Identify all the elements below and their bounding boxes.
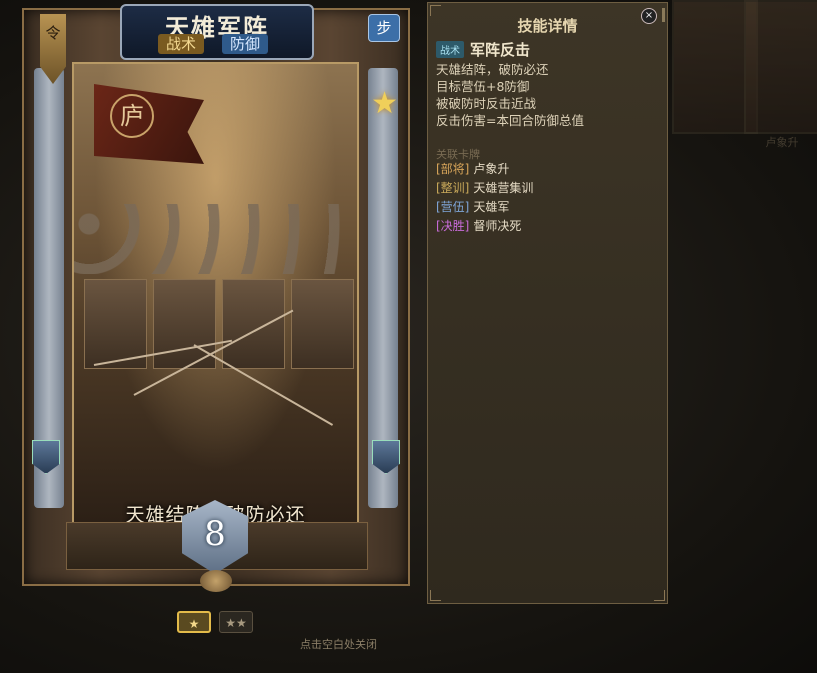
panel-corner-ornament bbox=[430, 590, 441, 601]
related-card-category: [部将] bbox=[436, 162, 470, 176]
skill-description: 天雄结阵，破防必还 目标营伍+8防御 被破防时反击近战 反击伤害=本回合防御总值 bbox=[436, 61, 584, 129]
shield-wall bbox=[84, 279, 354, 369]
panel-pin bbox=[662, 8, 665, 22]
related-card-name: 卢象升 bbox=[473, 162, 510, 176]
card-title: 天雄军阵 bbox=[165, 13, 269, 42]
desc-line: 目标营伍+8防御 bbox=[436, 79, 530, 94]
star-level-1-button[interactable]: ★ bbox=[177, 611, 211, 633]
panel-title: 技能详情 bbox=[517, 17, 578, 35]
related-card-category: [整训] bbox=[436, 181, 470, 195]
related-card-name: 天雄营集训 bbox=[473, 181, 534, 195]
skill-detail-panel: 技能详情 × 战术 军阵反击 天雄结阵，破防必还 目标营伍+8防御 被破防时反击… bbox=[427, 2, 668, 604]
rope-knot-ornament bbox=[200, 570, 232, 592]
skill-card[interactable]: 庐 天雄结阵，破防必还 天雄军阵 战术 防御 令 步 ★ 8 bbox=[22, 4, 410, 592]
cost-value: 8 bbox=[204, 514, 226, 554]
skill-header: 战术 军阵反击 bbox=[436, 39, 530, 60]
skill-type-tag: 战术 bbox=[436, 41, 464, 58]
tag-defense: 防御 bbox=[222, 34, 269, 54]
related-card-item[interactable]: [营伍] 天雄军 bbox=[436, 198, 533, 217]
soldier-formation bbox=[74, 204, 357, 274]
related-card-name: 督师决死 bbox=[473, 219, 522, 233]
background-card-caption: 卢象升 bbox=[765, 136, 799, 149]
related-card-item[interactable]: [部将] 卢象升 bbox=[436, 160, 533, 179]
order-pennant-label: 令 bbox=[45, 24, 61, 42]
desc-line: 反击伤害=本回合防御总值 bbox=[436, 113, 584, 128]
tag-tactic: 战术 bbox=[158, 34, 205, 54]
star-icon: ★ bbox=[371, 86, 398, 121]
star-level-2-button[interactable]: ★★ bbox=[219, 611, 253, 633]
desc-line: 天雄结阵，破防必还 bbox=[436, 62, 549, 77]
card-artwork: 庐 天雄结阵，破防必还 bbox=[72, 62, 359, 524]
banner-emblem: 庐 bbox=[110, 94, 154, 138]
related-card-name: 天雄军 bbox=[473, 200, 510, 214]
close-icon[interactable]: × bbox=[641, 8, 657, 24]
related-card-item[interactable]: [决胜] 督师决死 bbox=[436, 217, 533, 236]
related-card-category: [决胜] bbox=[436, 219, 470, 233]
related-cards-list: [部将] 卢象升 [整训] 天雄营集训 [营伍] 天雄军 [决胜] 督师决死 bbox=[436, 160, 533, 236]
card-title-plate: 天雄军阵 战术 防御 bbox=[120, 4, 314, 60]
related-card-category: [营伍] bbox=[436, 200, 470, 214]
skill-name: 军阵反击 bbox=[470, 41, 531, 59]
panel-corner-ornament bbox=[654, 590, 665, 601]
related-card-item[interactable]: [整训] 天雄营集训 bbox=[436, 179, 533, 198]
close-hint: 点击空白处关闭 bbox=[300, 638, 377, 651]
desc-line: 被破防时反击近战 bbox=[436, 96, 537, 111]
infantry-type-badge: 步 bbox=[368, 14, 400, 42]
background-card-thumbnail: 卢象升 bbox=[744, 0, 817, 149]
